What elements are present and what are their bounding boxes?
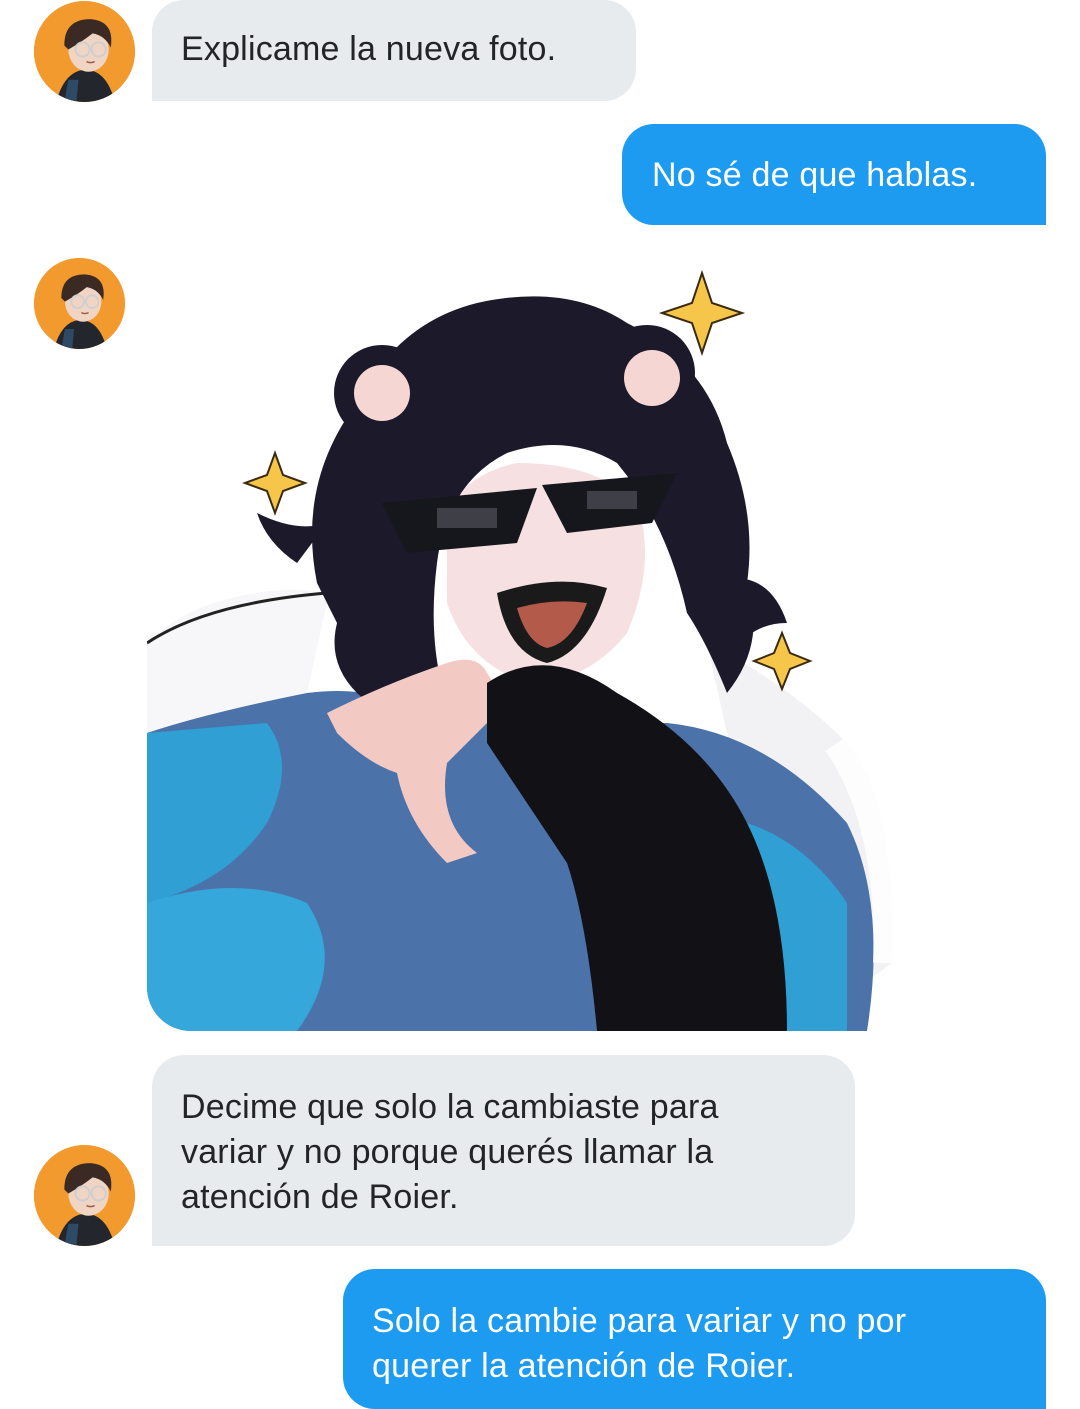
- anime-character-sunglasses-image: [147, 269, 902, 1031]
- message-text: Decime que solo la cambiaste para: [181, 1088, 719, 1126]
- sent-message-bubble[interactable]: Solo la cambie para variar y no por quer…: [343, 1269, 1046, 1409]
- sent-message-bubble[interactable]: No sé de que hablas.: [622, 124, 1046, 225]
- message-text: variar y no porque querés llamar la: [181, 1133, 714, 1171]
- sender-avatar[interactable]: [34, 1145, 135, 1246]
- message-text: No sé de que hablas.: [652, 156, 978, 194]
- message-text: Solo la cambie para variar y no por: [372, 1302, 907, 1340]
- sender-avatar[interactable]: [34, 1, 135, 102]
- avatar-portrait-icon: [34, 1145, 135, 1246]
- avatar-portrait-icon: [34, 1, 135, 102]
- sender-avatar[interactable]: [34, 258, 125, 349]
- message-text: atención de Roier.: [181, 1178, 459, 1216]
- received-message-bubble[interactable]: Decime que solo la cambiaste para variar…: [152, 1055, 855, 1246]
- received-message-bubble[interactable]: Explicame la nueva foto.: [152, 0, 636, 101]
- image-message[interactable]: [147, 263, 902, 1031]
- message-text: querer la atención de Roier.: [372, 1347, 796, 1385]
- avatar-portrait-icon: [34, 258, 125, 349]
- message-text: Explicame la nueva foto.: [181, 30, 557, 68]
